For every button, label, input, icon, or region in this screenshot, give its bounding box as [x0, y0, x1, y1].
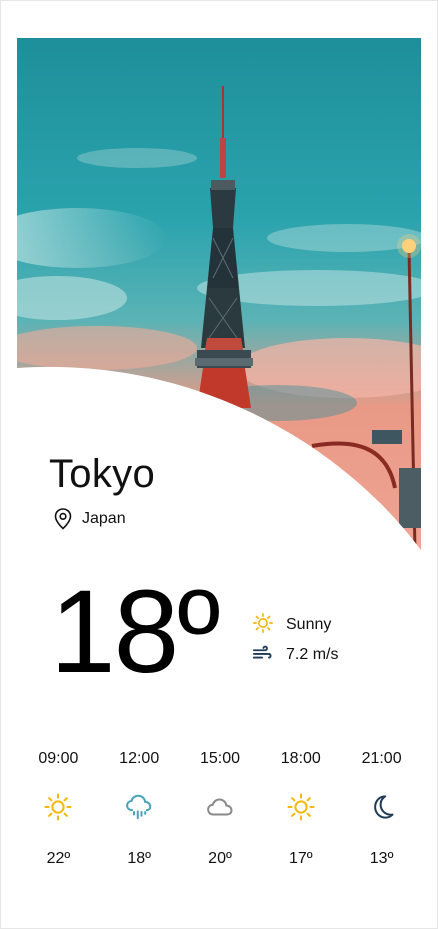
location-row: Japan — [54, 508, 126, 530]
condition-row: Sunny — [252, 612, 338, 638]
hourly-forecast: 09:00 22º 12:00 18º 15:00 20º 18:00 17º … — [18, 750, 422, 868]
forecast-temp: 20º — [208, 850, 232, 867]
forecast-temp: 18º — [127, 850, 152, 867]
forecast-time: 18:00 — [280, 750, 321, 767]
current-conditions: Sunny 7.2 m/s — [252, 612, 338, 672]
forecast-time: 15:00 — [199, 750, 241, 767]
sun-icon — [252, 612, 274, 639]
wind-icon — [252, 642, 274, 669]
forecast-time: 09:00 — [38, 750, 79, 767]
wind-speed: 7.2 m/s — [286, 646, 339, 663]
map-pin-icon — [54, 508, 72, 530]
city-name: Tokyo — [49, 452, 155, 496]
forecast-time: 12:00 — [119, 750, 160, 767]
forecast-item[interactable]: 12:00 18º — [99, 750, 180, 868]
forecast-time: 21:00 — [361, 750, 402, 767]
sun-icon — [43, 792, 73, 827]
forecast-item[interactable]: 09:00 22º — [18, 750, 99, 868]
sun-icon — [286, 792, 316, 827]
moon-icon — [367, 792, 397, 827]
forecast-item[interactable]: 15:00 20º — [180, 750, 261, 868]
condition-label: Sunny — [286, 616, 332, 633]
current-temperature: 18º — [50, 566, 220, 698]
rain-cloud-icon — [124, 792, 154, 827]
forecast-item[interactable]: 18:00 17º — [260, 750, 341, 868]
forecast-temp: 13º — [369, 850, 394, 867]
cloud-icon — [205, 792, 235, 827]
forecast-temp: 17º — [288, 850, 313, 867]
country-name: Japan — [82, 510, 126, 527]
wind-row: 7.2 m/s — [252, 642, 338, 668]
forecast-temp: 22º — [46, 850, 71, 867]
forecast-item[interactable]: 21:00 13º — [341, 750, 422, 868]
